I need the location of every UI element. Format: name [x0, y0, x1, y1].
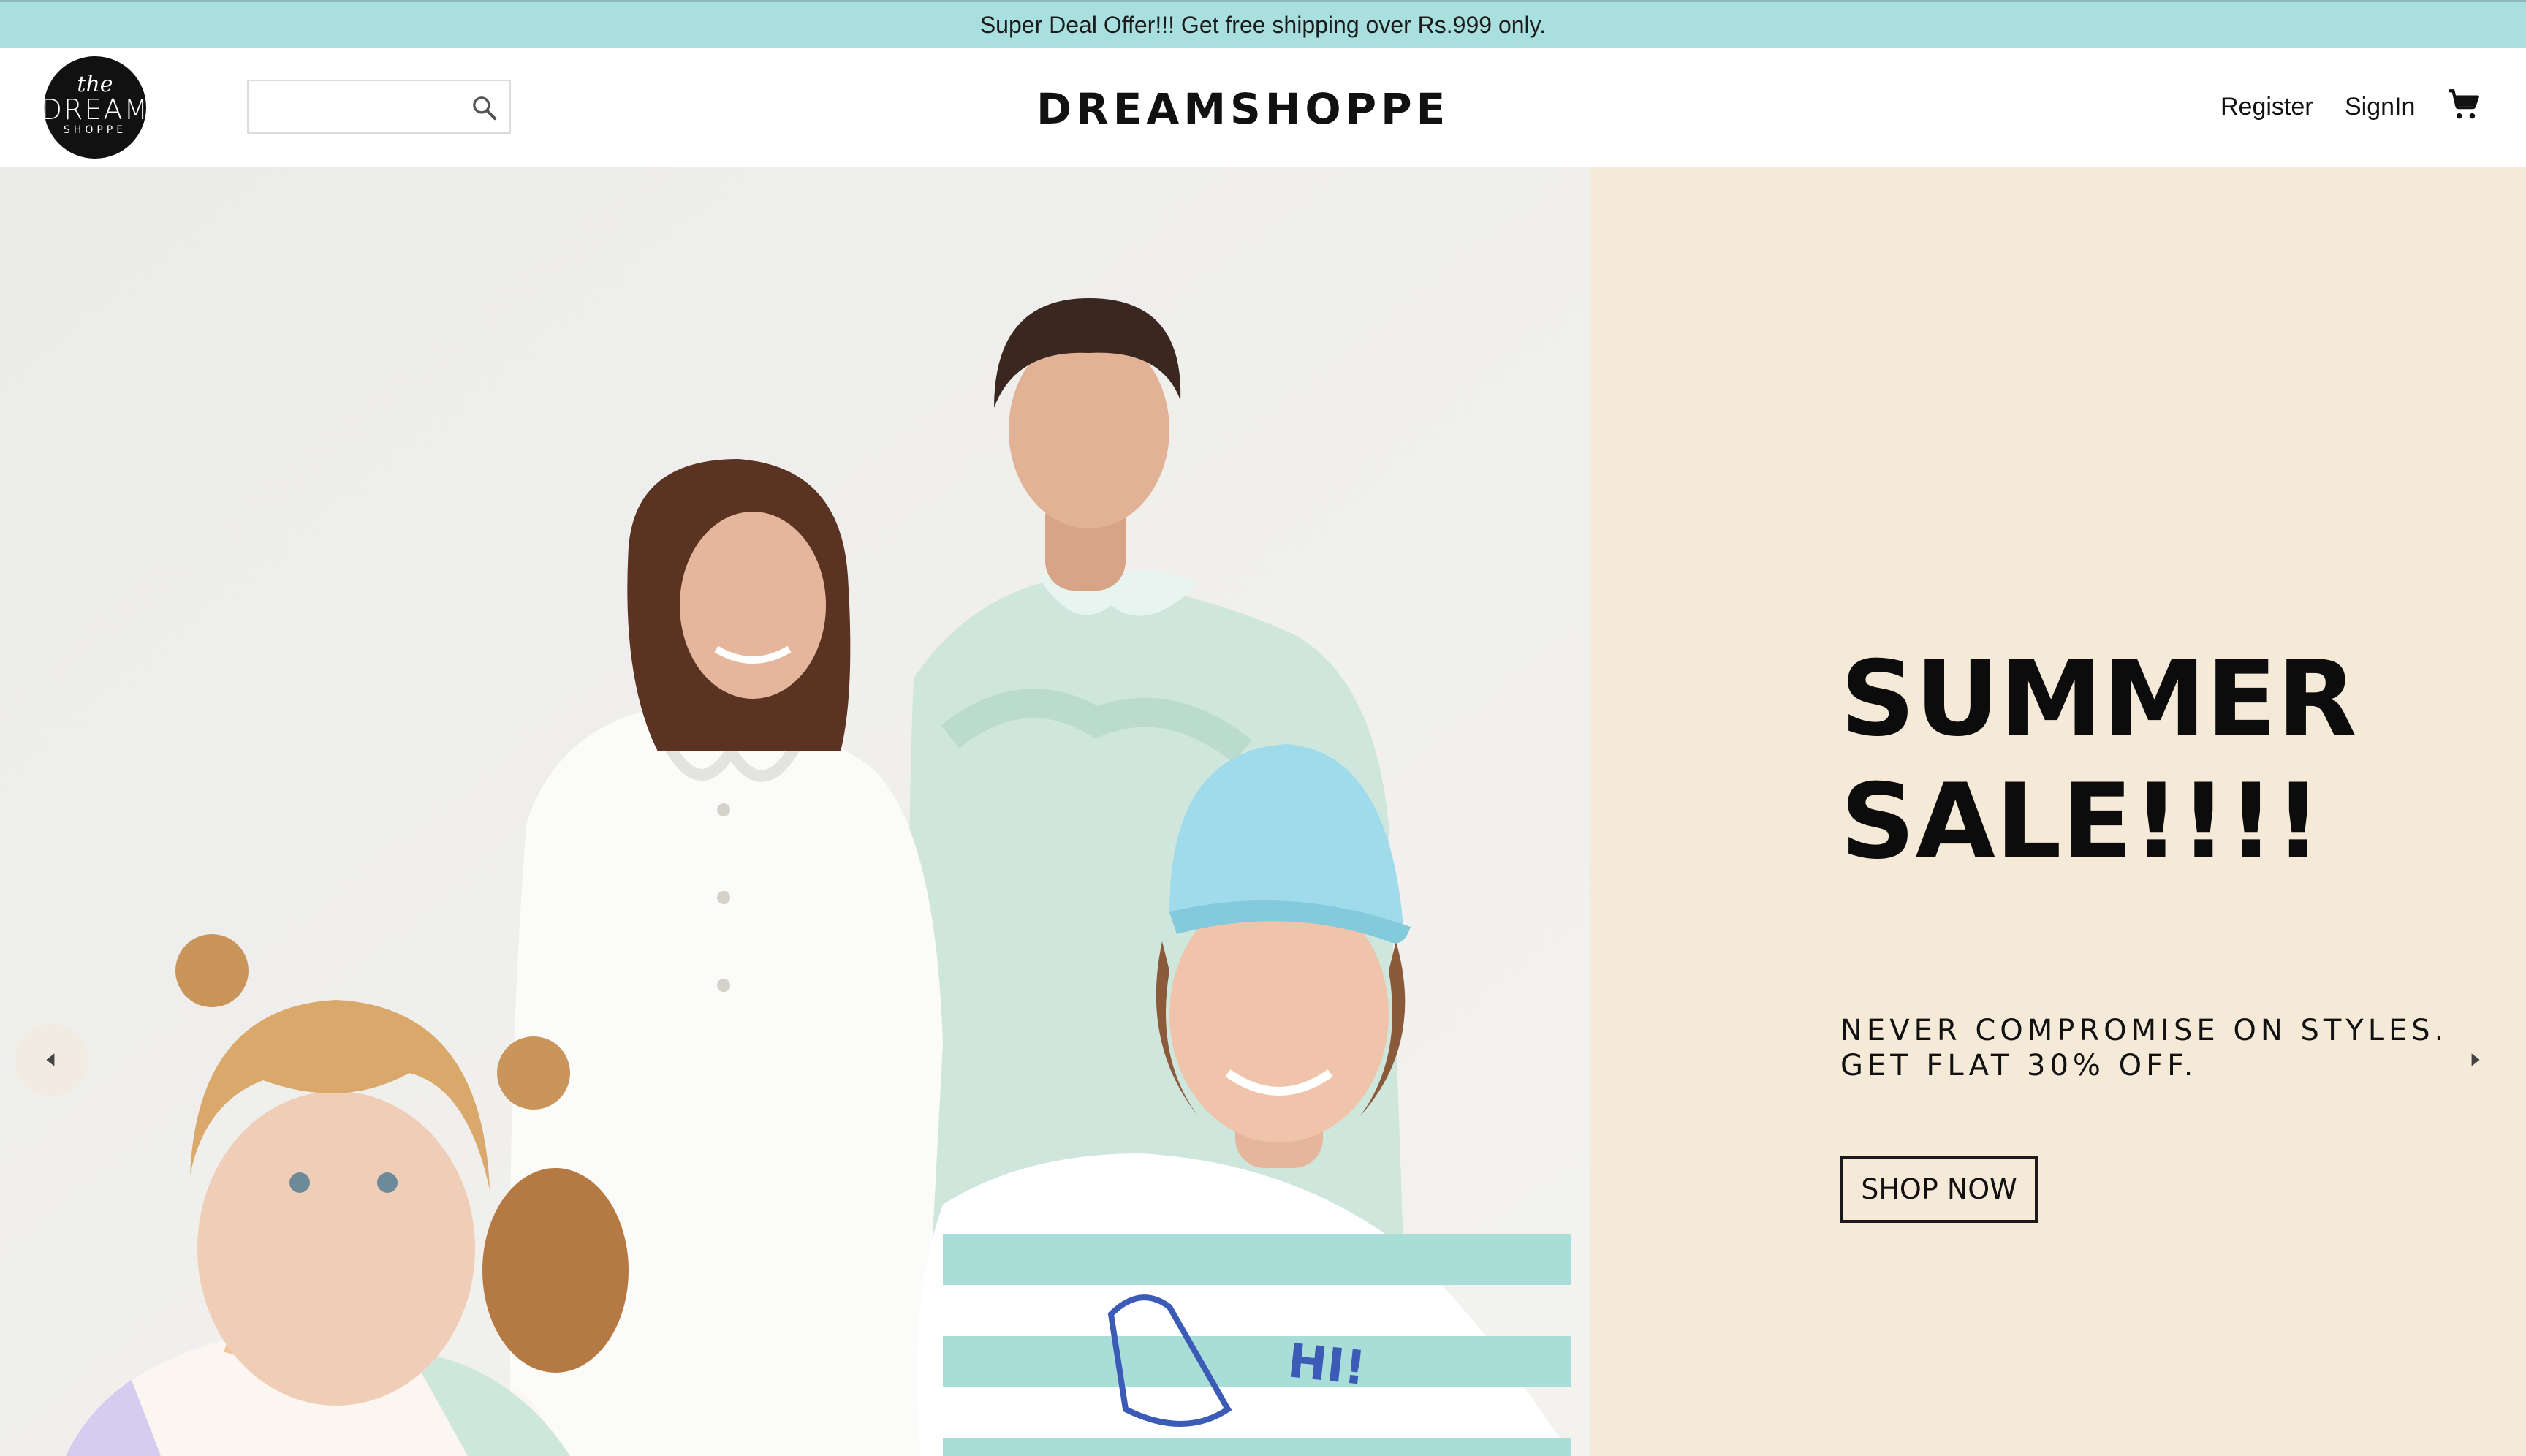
sale-subheading-line-2: GET FLAT 30% OFF. [1840, 1049, 2198, 1082]
caret-left-icon [46, 1053, 55, 1066]
sale-heading: SUMMER SALE!!!! [1840, 638, 2498, 884]
sale-subheading-line-1: NEVER COMPROMISE ON STYLES. [1840, 1014, 2449, 1047]
hero-carousel: HI! SUMMER SALE!!!! NEVER COMPROMISE ON … [0, 167, 2526, 1456]
cart-icon[interactable] [2446, 86, 2482, 123]
brand-title[interactable]: DREAMSHOPPE [1036, 83, 1446, 134]
caret-right-icon [2471, 1053, 2480, 1066]
hero-family-photo: HI! [0, 167, 1590, 1456]
carousel-prev-button[interactable] [15, 1023, 88, 1096]
register-link[interactable]: Register [2220, 91, 2313, 123]
announcement-bar: Super Deal Offer!!! Get free shipping ov… [0, 0, 2526, 48]
logo-line-1: the [77, 72, 113, 97]
carousel-next-button[interactable] [2438, 1023, 2511, 1096]
hero-photo-illustration: HI! [0, 167, 1590, 1456]
sale-heading-line-1: SUMMER [1840, 639, 2357, 759]
search-icon[interactable] [470, 94, 499, 123]
announcement-text: Super Deal Offer!!! Get free shipping ov… [979, 12, 1547, 38]
svg-text:HI!: HI! [1285, 1334, 1368, 1396]
search-input[interactable] [249, 81, 460, 132]
sale-heading-line-2: SALE!!!! [1840, 762, 2322, 882]
logo-line-2: DREAM [40, 94, 150, 126]
site-logo[interactable]: the DREAM SHOPPE [40, 56, 150, 159]
search-box [247, 80, 511, 134]
hero-promo-panel: SUMMER SALE!!!! NEVER COMPROMISE ON STYL… [1590, 167, 2526, 1456]
sale-subheading: NEVER COMPROMISE ON STYLES. GET FLAT 30%… [1840, 1013, 2498, 1083]
logo-line-3: SHOPPE [63, 124, 127, 136]
shop-now-button[interactable]: SHOP NOW [1840, 1156, 2038, 1223]
site-header: the DREAM SHOPPE DREAMSHOPPE Register Si… [0, 48, 2526, 167]
signin-link[interactable]: SignIn [2345, 91, 2415, 123]
